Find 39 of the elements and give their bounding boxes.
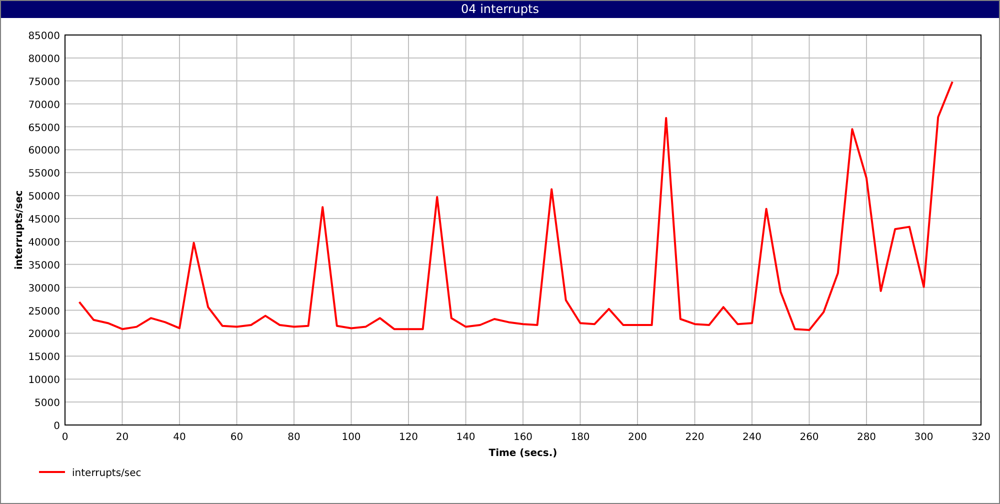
x-tick-label: 240 — [742, 432, 762, 443]
y-tick-label: 80000 — [28, 54, 60, 65]
x-tick-label: 140 — [456, 432, 476, 443]
x-tick-label: 100 — [342, 432, 361, 443]
x-tick-label: 260 — [800, 432, 819, 443]
y-tick-label: 55000 — [28, 168, 60, 180]
legend-label: interrupts/sec — [72, 468, 142, 479]
y-tick-label: 45000 — [28, 214, 60, 226]
x-tick-label: 20 — [116, 432, 129, 443]
x-tick-label: 300 — [914, 432, 934, 443]
x-tick-label: 320 — [971, 432, 991, 443]
y-tick-label: 15000 — [28, 352, 60, 364]
y-tick-label: 50000 — [28, 192, 60, 203]
y-tick-label: 10000 — [28, 375, 60, 386]
x-tick-label: 80 — [288, 432, 300, 443]
window-title: 04 interrupts — [461, 2, 539, 17]
y-tick-label: 0 — [54, 421, 60, 432]
x-tick-label: 60 — [230, 432, 244, 443]
y-tick-label: 40000 — [28, 237, 60, 248]
x-tick-label: 120 — [398, 432, 418, 443]
y-axis-title: interrupts/sec — [14, 190, 25, 270]
x-tick-label: 200 — [628, 432, 648, 443]
y-tick-label: 85000 — [28, 31, 60, 42]
x-tick-label: 40 — [173, 432, 186, 443]
y-tick-label: 35000 — [28, 260, 60, 272]
y-tick-label: 60000 — [28, 146, 60, 157]
y-tick-label: 5000 — [34, 398, 60, 410]
x-tick-label: 220 — [685, 432, 704, 443]
x-tick-label: 160 — [513, 432, 533, 443]
x-tick-label: 0 — [62, 432, 68, 443]
x-tick-label: 180 — [570, 432, 590, 443]
y-tick-label: 65000 — [28, 122, 60, 134]
x-tick-label: 280 — [856, 432, 876, 443]
y-tick-label: 75000 — [28, 76, 60, 88]
y-tick-label: 30000 — [28, 283, 60, 294]
y-tick-label: 25000 — [28, 306, 60, 318]
x-axis-title: Time (secs.) — [488, 448, 558, 459]
y-tick-label: 70000 — [28, 100, 60, 111]
y-tick-label: 20000 — [28, 329, 60, 340]
